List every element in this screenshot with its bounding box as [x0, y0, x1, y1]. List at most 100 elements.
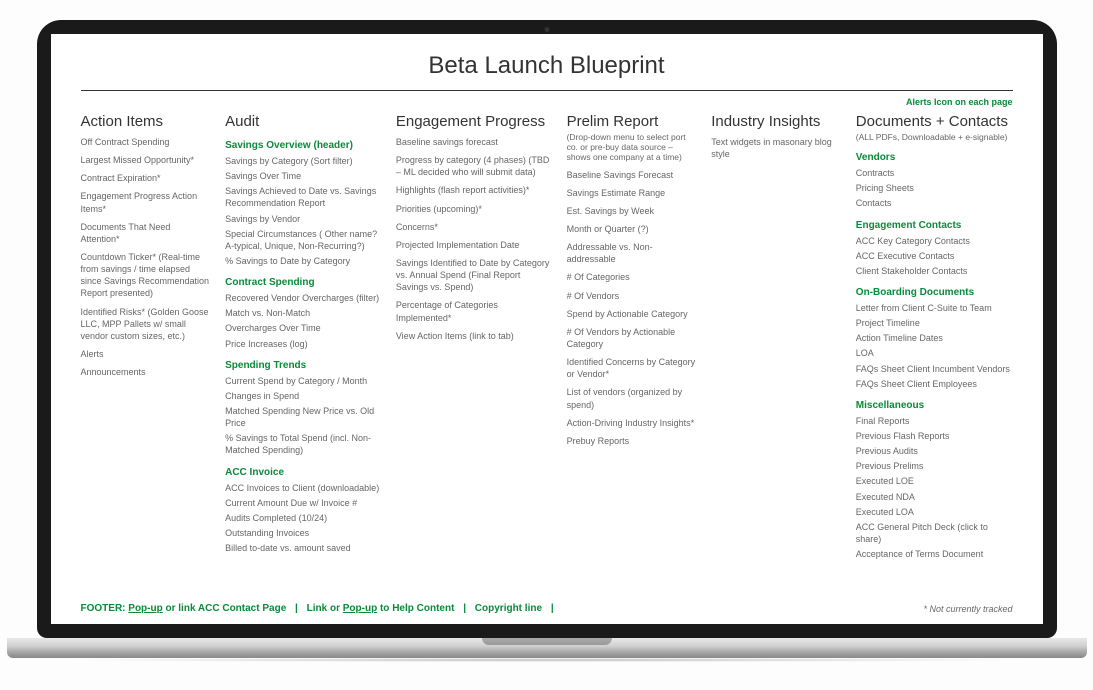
columns-container: Action Items Off Contract Spending Large…: [51, 113, 1043, 589]
list-item: Month or Quarter (?): [567, 223, 698, 235]
list-item: Highlights (flash report activities)*: [396, 184, 553, 196]
list-item: FAQs Sheet Client Incumbent Vendors: [856, 363, 1013, 375]
list-item: Matched Spending New Price vs. Old Price: [225, 405, 382, 429]
col-title-industry: Industry Insights: [711, 113, 842, 130]
col-title-documents: Documents + Contacts: [856, 113, 1013, 130]
list-item: Addressable vs. Non-addressable: [567, 241, 698, 265]
col-engagement: Engagement Progress Baseline savings for…: [396, 113, 553, 589]
list-item: Executed NDA: [856, 491, 1013, 503]
list-item: Billed to-date vs. amount saved: [225, 542, 382, 554]
list-item: Savings Achieved to Date vs. Savings Rec…: [225, 185, 382, 209]
list-item: Announcements: [81, 366, 212, 378]
footer-separator: |: [545, 603, 560, 614]
list-item: Executed LOA: [856, 506, 1013, 518]
list-item: Identified Concerns by Category or Vendo…: [567, 356, 698, 380]
list-item: Concerns*: [396, 221, 553, 233]
list-item: Client Stakeholder Contacts: [856, 265, 1013, 277]
list-item: Engagement Progress Action Items*: [81, 190, 212, 214]
col-title-action-items: Action Items: [81, 113, 212, 130]
list-item: Documents That Need Attention*: [81, 221, 212, 245]
list-item: Recovered Vendor Overcharges (filter): [225, 292, 382, 304]
section-heading: Engagement Contacts: [856, 220, 1013, 231]
list-item: Contacts: [856, 197, 1013, 209]
list-item: List of vendors (organized by spend): [567, 386, 698, 410]
list-item: Price Increases (log): [225, 338, 382, 350]
list-item: Identified Risks* (Golden Goose LLC, MPP…: [81, 306, 212, 342]
section-heading: Savings Overview (header): [225, 140, 382, 151]
list-item: Special Circumstances ( Other name? A-ty…: [225, 228, 382, 252]
col-documents: Documents + Contacts (ALL PDFs, Download…: [856, 113, 1013, 589]
list-item: Est. Savings by Week: [567, 205, 698, 217]
list-item: Current Amount Due w/ Invoice #: [225, 497, 382, 509]
list-item: Contracts: [856, 167, 1013, 179]
footer: FOOTER: Pop-up or link ACC Contact Page …: [51, 589, 1043, 624]
footer-legend: * Not currently tracked: [923, 604, 1012, 614]
list-item: % Savings to Total Spend (incl. Non-Matc…: [225, 432, 382, 456]
list-item: LOA: [856, 347, 1013, 359]
list-item: Project Timeline: [856, 317, 1013, 329]
list-item: Savings by Category (Sort filter): [225, 155, 382, 167]
list-item: Savings Estimate Range: [567, 187, 698, 199]
section-heading: Spending Trends: [225, 360, 382, 371]
laptop-mockup: Beta Launch Blueprint Alerts Icon on eac…: [37, 20, 1057, 658]
list-item: Changes in Spend: [225, 390, 382, 402]
footer-popup-link[interactable]: Pop-up: [128, 603, 162, 614]
list-item: Largest Missed Opportunity*: [81, 154, 212, 166]
title-divider: [81, 90, 1013, 91]
section-heading: ACC Invoice: [225, 467, 382, 478]
footer-separator: |: [457, 603, 472, 614]
list-item: # Of Categories: [567, 271, 698, 283]
footer-text: to Help Content: [377, 603, 454, 614]
list-item: Priorities (upcoming)*: [396, 203, 553, 215]
list-item: Contract Expiration*: [81, 172, 212, 184]
list-item: Final Reports: [856, 415, 1013, 427]
prelim-note: (Drop-down menu to select port co. or pr…: [567, 132, 698, 163]
list-item: Previous Prelims: [856, 460, 1013, 472]
list-item: Previous Flash Reports: [856, 430, 1013, 442]
list-item: Percentage of Categories Implemented*: [396, 299, 553, 323]
list-item: Savings Identified to Date by Category v…: [396, 257, 553, 293]
list-item: Prebuy Reports: [567, 435, 698, 447]
list-item: Off Contract Spending: [81, 136, 212, 148]
screen-bezel: Beta Launch Blueprint Alerts Icon on eac…: [37, 20, 1057, 638]
section-heading: Vendors: [856, 152, 1013, 163]
list-item: Baseline savings forecast: [396, 136, 553, 148]
list-item: Audits Completed (10/24): [225, 512, 382, 524]
list-item: FAQs Sheet Client Employees: [856, 378, 1013, 390]
list-item: Text widgets in masonary blog style: [711, 136, 842, 160]
list-item: Countdown Ticker* (Real-time from saving…: [81, 251, 212, 300]
list-item: ACC Invoices to Client (downloadable): [225, 482, 382, 494]
list-item: View Action Items (link to tab): [396, 330, 553, 342]
list-item: Alerts: [81, 348, 212, 360]
camera-icon: [544, 27, 549, 32]
alerts-note: Alerts Icon on each page: [51, 97, 1043, 113]
list-item: ACC Executive Contacts: [856, 250, 1013, 262]
footer-text: or link ACC Contact Page: [163, 603, 287, 614]
list-item: Savings Over Time: [225, 170, 382, 182]
list-item: Action-Driving Industry Insights*: [567, 417, 698, 429]
list-item: Projected Implementation Date: [396, 239, 553, 251]
laptop-base: [7, 638, 1087, 658]
list-item: Action Timeline Dates: [856, 332, 1013, 344]
footer-copyright: Copyright line: [475, 603, 542, 614]
list-item: Savings by Vendor: [225, 213, 382, 225]
list-item: ACC Key Category Contacts: [856, 235, 1013, 247]
screen-content: Beta Launch Blueprint Alerts Icon on eac…: [51, 34, 1043, 624]
list-item: Current Spend by Category / Month: [225, 375, 382, 387]
list-item: Outstanding Invoices: [225, 527, 382, 539]
col-title-audit: Audit: [225, 113, 382, 130]
list-item: Progress by category (4 phases) (TBD – M…: [396, 154, 553, 178]
section-heading: Miscellaneous: [856, 400, 1013, 411]
footer-prefix: FOOTER:: [81, 603, 129, 614]
col-title-prelim: Prelim Report: [567, 113, 698, 130]
list-item: Previous Audits: [856, 445, 1013, 457]
col-title-engagement: Engagement Progress: [396, 113, 553, 130]
list-item: Pricing Sheets: [856, 182, 1013, 194]
footer-left: FOOTER: Pop-up or link ACC Contact Page …: [81, 603, 560, 614]
list-item: ACC General Pitch Deck (click to share): [856, 521, 1013, 545]
col-industry: Industry Insights Text widgets in masona…: [711, 113, 842, 589]
footer-popup-link[interactable]: Pop-up: [343, 603, 377, 614]
list-item: Letter from Client C-Suite to Team: [856, 302, 1013, 314]
col-prelim: Prelim Report (Drop-down menu to select …: [567, 113, 698, 589]
col-audit: Audit Savings Overview (header) Savings …: [225, 113, 382, 589]
